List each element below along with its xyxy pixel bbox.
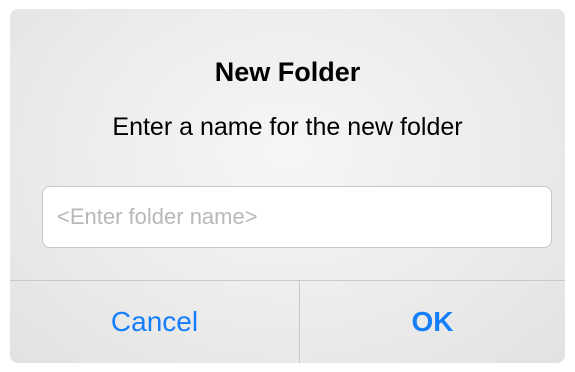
- dialog-message: Enter a name for the new folder: [112, 113, 463, 141]
- new-folder-dialog: New Folder Enter a name for the new fold…: [10, 9, 565, 363]
- cancel-button[interactable]: Cancel: [10, 281, 299, 363]
- folder-name-input[interactable]: [42, 186, 552, 248]
- ok-button[interactable]: OK: [300, 281, 565, 363]
- dialog-title: New Folder: [214, 57, 361, 87]
